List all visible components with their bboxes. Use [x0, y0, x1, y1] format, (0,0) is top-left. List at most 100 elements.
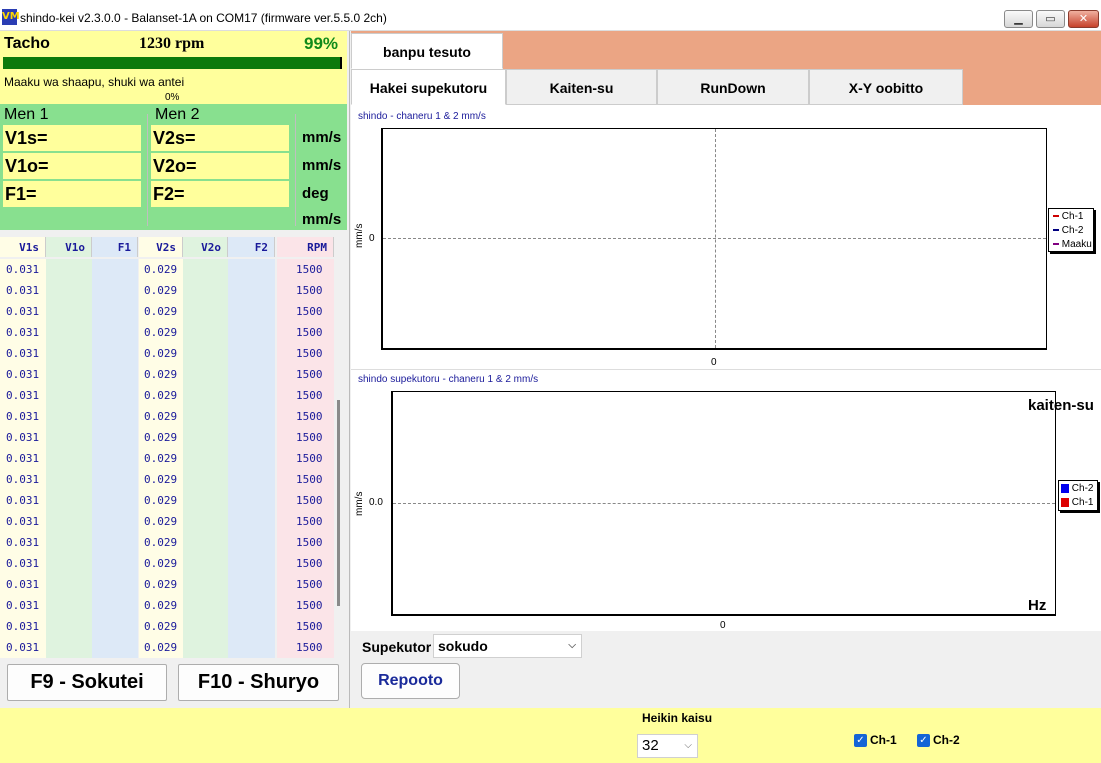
table-row[interactable]: 0.031 0.029 1500 [0, 280, 334, 301]
plane-divider [147, 114, 148, 226]
table-cell: 0.029 [144, 557, 178, 570]
table-row[interactable]: 0.031 0.029 1500 [0, 532, 334, 553]
tab-waveform-spectrum[interactable]: Hakei supekutoru [351, 69, 506, 105]
grid-column-header-label: V2s [156, 241, 176, 254]
grid-column-header[interactable]: V1o [46, 237, 92, 257]
table-cell: 0.031 [6, 326, 40, 339]
table-cell: 0.029 [144, 305, 178, 318]
report-button[interactable]: Repooto [361, 663, 460, 699]
unit-divider [295, 114, 296, 226]
table-row[interactable]: 0.031 0.029 1500 [0, 469, 334, 490]
close-button[interactable]: ✕ [1068, 10, 1099, 28]
waveform-plot[interactable] [381, 128, 1047, 350]
legend-item: Ch-1 [1053, 210, 1083, 224]
grid-column-header[interactable]: RPM [277, 237, 334, 257]
f1-field: F1= [3, 181, 141, 207]
grid-scrollbar-thumb[interactable] [337, 400, 340, 606]
ch1-label: Ch-1 [870, 733, 897, 747]
table-cell: 0.029 [144, 599, 178, 612]
table-cell: 0.031 [6, 557, 40, 570]
legend-item: Maaku [1053, 238, 1092, 252]
table-row[interactable]: 0.031 0.029 1500 [0, 490, 334, 511]
spectrum-select[interactable]: sokudo ⌵ [433, 634, 582, 658]
table-cell: 0.031 [6, 641, 40, 654]
spectrum-plot[interactable] [391, 391, 1056, 616]
v2s-field: V2s= [151, 125, 289, 151]
table-row[interactable]: 0.031 0.029 1500 [0, 259, 334, 280]
table-row[interactable]: 0.031 0.029 1500 [0, 595, 334, 616]
table-row[interactable]: 0.031 0.029 1500 [0, 427, 334, 448]
unit-label: mm/s [302, 129, 342, 146]
table-cell: 0.031 [6, 263, 40, 276]
table-cell: 1500 [296, 368, 323, 381]
table-cell: 1500 [296, 515, 323, 528]
table-row[interactable]: 0.031 0.029 1500 [0, 343, 334, 364]
grid-column-header[interactable]: V2o [183, 237, 228, 257]
v1s-field: V1s= [3, 125, 141, 151]
table-cell: 1500 [296, 578, 323, 591]
close-icon: ✕ [1078, 13, 1089, 25]
legend-item: Ch-1 [1061, 496, 1093, 510]
grid-column-header[interactable]: V1s [0, 237, 46, 257]
table-row[interactable]: 0.031 0.029 1500 [0, 301, 334, 322]
table-cell: 0.031 [6, 494, 40, 507]
table-row[interactable]: 0.031 0.029 1500 [0, 385, 334, 406]
tacho-label: Tacho [4, 35, 50, 52]
grid-column-header[interactable]: F1 [92, 237, 138, 257]
grid-column-header-label: V1o [65, 241, 85, 254]
minimize-button[interactable]: ▁ [1004, 10, 1033, 28]
unit-label: mm/s [302, 157, 342, 174]
table-cell: 0.031 [6, 599, 40, 612]
table-cell: 0.031 [6, 410, 40, 423]
tacho-progress-text: 0% [165, 92, 180, 103]
measurement-grid[interactable]: 0.031 0.029 1500 0.031 0.029 1500 0.031 0.029 15… [0, 259, 346, 658]
ch2-checkbox[interactable]: ✓ [917, 734, 930, 747]
table-cell: 0.031 [6, 347, 40, 360]
table-row[interactable]: 0.031 0.029 1500 [0, 406, 334, 427]
center-line [715, 129, 716, 348]
tab-rundown[interactable]: RunDown [657, 69, 809, 105]
tacho-signal-bar [3, 57, 342, 69]
table-cell: 0.029 [144, 578, 178, 591]
checkmark-icon: ✓ [919, 735, 928, 746]
stop-button[interactable]: F10 - Shuryo [178, 664, 339, 701]
tab-rpm[interactable]: Kaiten-su [506, 69, 657, 105]
tacho-status: Maaku wa shaapu, shuki wa antei [4, 75, 185, 89]
table-row[interactable]: 0.031 0.029 1500 [0, 511, 334, 532]
unit-label: mm/s [302, 211, 342, 228]
tab-bump-test[interactable]: banpu tesuto [351, 33, 503, 69]
table-row[interactable]: 0.031 0.029 1500 [0, 322, 334, 343]
grid-column-header[interactable]: F2 [228, 237, 275, 257]
averaging-select[interactable]: 32 ⌵ [637, 734, 698, 758]
ch1-checkbox[interactable]: ✓ [854, 734, 867, 747]
table-cell: 0.029 [144, 620, 178, 633]
table-cell: 0.029 [144, 641, 178, 654]
table-cell: 0.031 [6, 305, 40, 318]
tacho-rpm: 1230 rpm [139, 35, 205, 52]
table-row[interactable]: 0.031 0.029 1500 [0, 637, 334, 658]
table-cell: 0.031 [6, 389, 40, 402]
table-row[interactable]: 0.031 0.029 1500 [0, 364, 334, 385]
averaging-value: 32 [642, 737, 659, 754]
maximize-button[interactable]: ▭ [1036, 10, 1065, 28]
tab-xy-orbit[interactable]: X-Y oobitto [809, 69, 963, 105]
table-row[interactable]: 0.031 0.029 1500 [0, 616, 334, 637]
chevron-down-icon: ⌵ [568, 640, 576, 651]
tacho-percent: 99% [304, 34, 339, 53]
chart2-ylabel: mm/s [354, 491, 365, 516]
table-row[interactable]: 0.031 0.029 1500 [0, 448, 334, 469]
chevron-down-icon: ⌵ [684, 740, 692, 751]
chart-divider [351, 369, 1101, 370]
table-row[interactable]: 0.031 0.029 1500 [0, 574, 334, 595]
grid-column-header[interactable]: V2s [139, 237, 183, 257]
grid-column-header-label: V2o [201, 241, 221, 254]
table-cell: 0.029 [144, 410, 178, 423]
table-cell: 0.031 [6, 515, 40, 528]
legend-item: Ch-2 [1053, 224, 1083, 238]
table-cell: 0.031 [6, 284, 40, 297]
table-cell: 1500 [296, 599, 323, 612]
table-cell: 0.031 [6, 536, 40, 549]
table-row[interactable]: 0.031 0.029 1500 [0, 553, 334, 574]
measure-button[interactable]: F9 - Sokutei [7, 664, 167, 701]
table-cell: 1500 [296, 263, 323, 276]
